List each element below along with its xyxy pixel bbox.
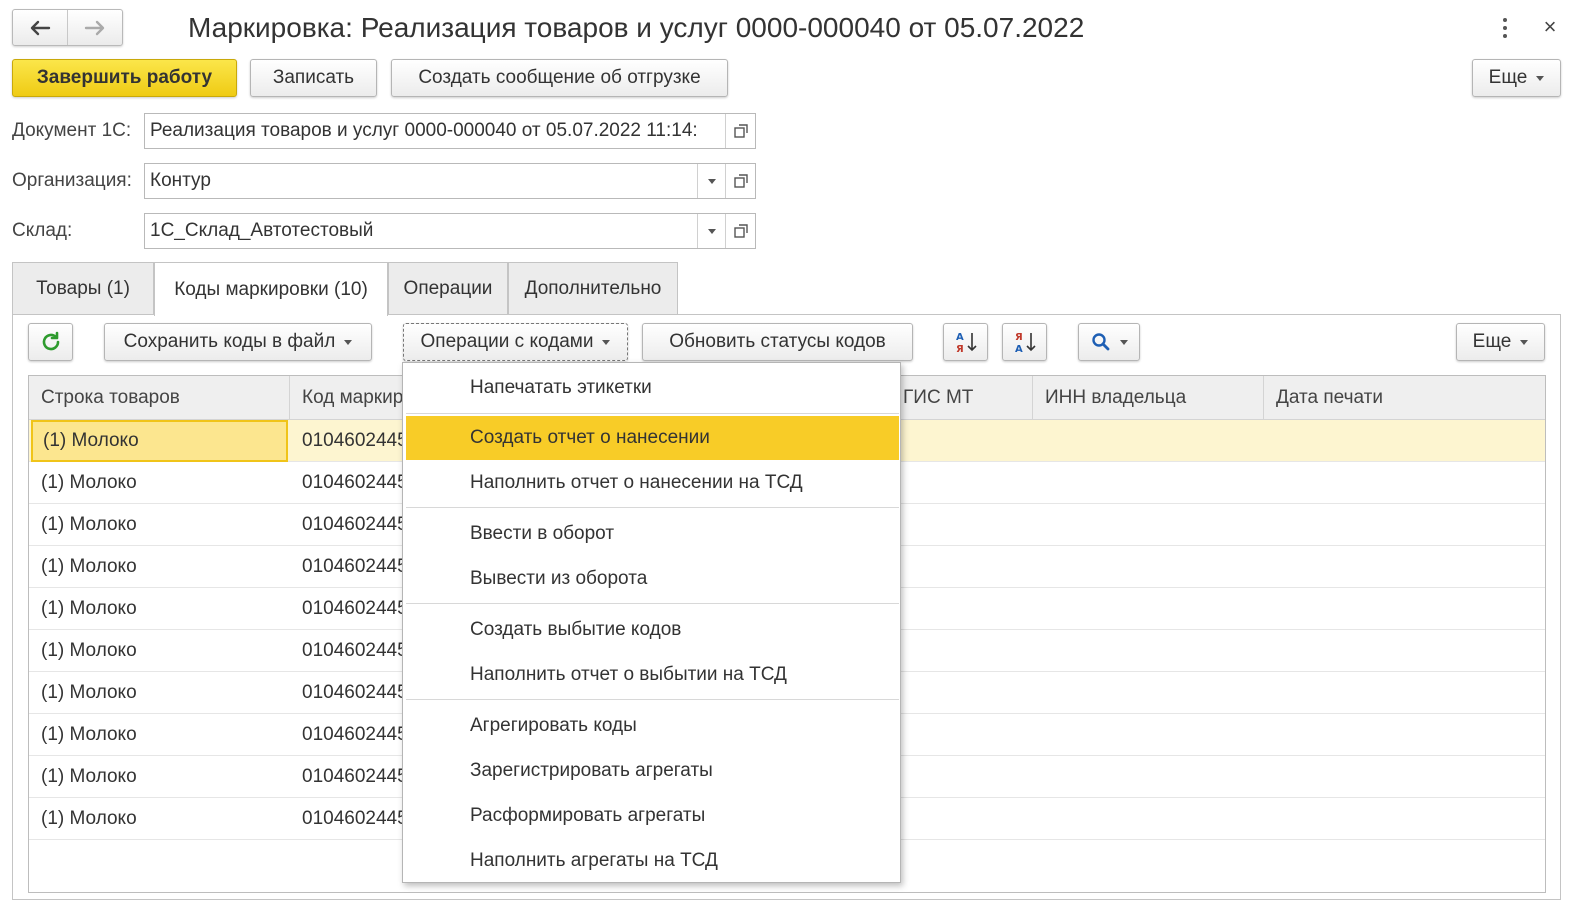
- chevron-down-icon: [602, 339, 611, 345]
- more-button-label: Еще: [1488, 67, 1528, 88]
- marking-code-cell[interactable]: 0104602445: [290, 714, 410, 756]
- chevron-down-icon: [707, 228, 716, 234]
- goods-row-cell[interactable]: (1) Молоко: [29, 798, 290, 840]
- goods-row-cell[interactable]: (1) Молоко: [31, 420, 288, 462]
- save-codes-to-file-button[interactable]: Сохранить коды в файл: [104, 323, 372, 361]
- menu-item-withdraw-from-circulation[interactable]: Вывести из оборота: [403, 557, 900, 601]
- refresh-code-statuses-button[interactable]: Обновить статусы кодов: [642, 323, 913, 361]
- search-icon: [1091, 333, 1109, 351]
- marking-code-cell[interactable]: 0104602445: [290, 630, 410, 672]
- marking-code-cell[interactable]: 0104602445: [290, 798, 410, 840]
- chevron-down-icon: [1536, 75, 1545, 81]
- search-button[interactable]: [1078, 323, 1140, 361]
- menu-item-introduce-into-circulation[interactable]: Ввести в оборот: [403, 512, 900, 556]
- more-button[interactable]: Еще: [1472, 59, 1561, 97]
- goods-row-cell[interactable]: (1) Молоко: [29, 672, 290, 714]
- marking-code-cell[interactable]: 0104602445: [290, 546, 410, 588]
- refresh-button[interactable]: [28, 323, 73, 361]
- save-button[interactable]: Записать: [250, 59, 377, 97]
- svg-text:А: А: [1015, 344, 1023, 355]
- marking-code-cell[interactable]: 0104602445: [290, 588, 410, 630]
- finish-button[interactable]: Завершить работу: [12, 59, 237, 97]
- open-link-icon: [733, 174, 748, 188]
- document-value: Реализация товаров и услуг 0000-000040 о…: [150, 120, 698, 141]
- warehouse-dropdown-button[interactable]: [697, 214, 725, 248]
- svg-text:Я: Я: [1015, 332, 1023, 343]
- navigation-group: [12, 9, 123, 46]
- tab-additional[interactable]: Дополнительно: [508, 262, 678, 315]
- tab-more-button[interactable]: Еще: [1456, 323, 1545, 361]
- sort-ascending-icon: А Я: [956, 332, 977, 355]
- save-codes-label: Сохранить коды в файл: [123, 331, 336, 352]
- document-label: Документ 1С:: [12, 120, 132, 141]
- menu-item-print-labels[interactable]: Напечатать этикетки: [403, 366, 900, 410]
- code-operations-button[interactable]: Операции с кодами: [403, 323, 628, 361]
- window-title: Маркировка: Реализация товаров и услуг 0…: [188, 12, 1085, 43]
- goods-row-cell[interactable]: (1) Молоко: [29, 630, 290, 672]
- menu-item-create-application-report[interactable]: Создать отчет о нанесении: [406, 416, 899, 460]
- back-button[interactable]: [13, 10, 67, 45]
- menu-separator: [406, 413, 899, 414]
- refresh-icon: [42, 331, 59, 351]
- tab-operations[interactable]: Операции: [388, 262, 508, 315]
- chevron-down-icon: [1520, 339, 1529, 345]
- menu-item-create-code-disposal[interactable]: Создать выбытие кодов: [403, 608, 900, 652]
- marking-code-cell[interactable]: 0104602445: [290, 756, 410, 798]
- marking-code-cell[interactable]: 0104602445: [290, 504, 410, 546]
- column-header-owner-inn[interactable]: ИНН владельца: [1033, 376, 1264, 420]
- menu-separator: [406, 507, 899, 508]
- create-shipment-message-button[interactable]: Создать сообщение об отгрузке: [391, 59, 728, 97]
- chevron-down-icon: [1119, 339, 1128, 345]
- tab-goods[interactable]: Товары (1): [12, 262, 154, 315]
- warehouse-value: 1С_Склад_Автотестовый: [150, 220, 374, 241]
- code-operations-menu: Напечатать этикетки Создать отчет о нане…: [402, 362, 901, 883]
- sort-descending-button[interactable]: Я А: [1002, 323, 1047, 361]
- chevron-down-icon: [344, 339, 353, 345]
- goods-row-cell[interactable]: (1) Молоко: [29, 588, 290, 630]
- organization-value: Контур: [150, 170, 211, 191]
- organization-label: Организация:: [12, 170, 132, 191]
- menu-separator: [406, 603, 899, 604]
- chevron-down-icon: [707, 178, 716, 184]
- svg-text:А: А: [956, 332, 964, 343]
- organization-dropdown-button[interactable]: [697, 164, 725, 198]
- sort-ascending-button[interactable]: А Я: [943, 323, 988, 361]
- more-actions-icon[interactable]: [1496, 14, 1514, 42]
- open-link-icon: [733, 124, 748, 138]
- column-header-print-date[interactable]: Дата печати: [1264, 376, 1545, 420]
- menu-item-fill-aggregates-tsd[interactable]: Наполнить агрегаты на ТСД: [403, 839, 900, 883]
- marking-code-cell[interactable]: 0104602445: [290, 420, 410, 462]
- menu-item-fill-application-report-tsd[interactable]: Наполнить отчет о нанесении на ТСД: [403, 461, 900, 505]
- arrow-left-icon: [30, 20, 51, 35]
- menu-item-register-aggregates[interactable]: Зарегистрировать агрегаты: [403, 749, 900, 793]
- open-warehouse-button[interactable]: [725, 214, 755, 248]
- code-operations-label: Операции с кодами: [420, 331, 594, 352]
- warehouse-label: Склад:: [12, 220, 73, 241]
- svg-text:Я: Я: [956, 344, 964, 355]
- warehouse-field[interactable]: 1С_Склад_Автотестовый: [144, 213, 756, 249]
- menu-item-aggregate-codes[interactable]: Агрегировать коды: [403, 704, 900, 748]
- goods-row-cell[interactable]: (1) Молоко: [29, 504, 290, 546]
- goods-row-cell[interactable]: (1) Молоко: [29, 462, 290, 504]
- column-header-goods-row[interactable]: Строка товаров: [29, 376, 290, 420]
- sort-descending-icon: Я А: [1015, 332, 1036, 355]
- arrow-right-icon: [84, 20, 105, 35]
- menu-item-fill-disposal-report-tsd[interactable]: Наполнить отчет о выбытии на ТСД: [403, 653, 900, 697]
- open-organization-button[interactable]: [725, 164, 755, 198]
- open-link-icon: [733, 224, 748, 238]
- tab-more-label: Еще: [1472, 331, 1512, 352]
- goods-row-cell[interactable]: (1) Молоко: [29, 546, 290, 588]
- goods-row-cell[interactable]: (1) Молоко: [29, 714, 290, 756]
- marking-code-cell[interactable]: 0104602445: [290, 462, 410, 504]
- goods-row-cell[interactable]: (1) Молоко: [29, 756, 290, 798]
- close-icon[interactable]: ×: [1538, 12, 1562, 42]
- menu-separator: [406, 699, 899, 700]
- forward-button[interactable]: [67, 10, 122, 45]
- open-document-button[interactable]: [725, 114, 755, 148]
- menu-item-disband-aggregates[interactable]: Расформировать агрегаты: [403, 794, 900, 838]
- document-field[interactable]: Реализация товаров и услуг 0000-000040 о…: [144, 113, 756, 149]
- tab-marking-codes[interactable]: Коды маркировки (10): [154, 262, 388, 316]
- organization-field[interactable]: Контур: [144, 163, 756, 199]
- marking-code-cell[interactable]: 0104602445: [290, 672, 410, 714]
